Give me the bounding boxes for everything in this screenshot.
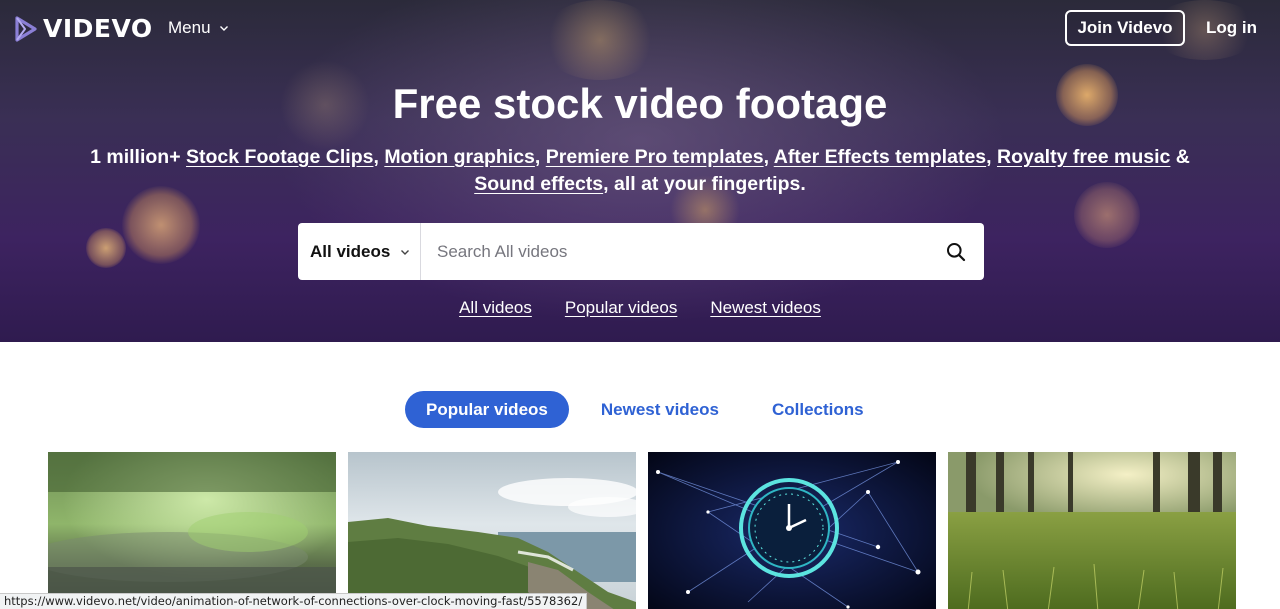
menu-label: Menu [168,18,211,37]
forest-grass-thumbnail [948,452,1236,609]
brand-name: VIDEVO [43,14,153,43]
chevron-down-icon [219,26,228,31]
hero-banner: VIDEVO Menu Join Videvo Log in Free stoc… [0,0,1280,342]
bokeh-light [86,228,126,268]
tab-collections[interactable]: Collections [772,391,864,428]
all-videos-link[interactable]: All videos [459,298,532,318]
separator: , [534,146,546,168]
search-input[interactable] [421,223,928,280]
video-thumbnail[interactable] [648,452,936,609]
premiere-templates-link[interactable]: Premiere Pro templates [546,146,764,168]
newest-videos-link[interactable]: Newest videos [710,298,821,318]
search-category-select[interactable]: All videos [298,223,421,280]
play-logo-icon [15,15,37,42]
video-thumbnail[interactable] [48,452,336,609]
subtitle-suffix: , all at your fingertips. [603,173,806,195]
search-button[interactable] [928,223,984,280]
logo-link[interactable]: VIDEVO [15,14,153,43]
hero-subtitle: 1 million+ Stock Footage Clips, Motion g… [70,144,1210,198]
motion-graphics-link[interactable]: Motion graphics [384,146,535,168]
after-effects-templates-link[interactable]: After Effects templates [774,146,986,168]
sound-effects-link[interactable]: Sound effects [474,173,603,195]
royalty-free-music-link[interactable]: Royalty free music [997,146,1170,168]
browser-status-url: https://www.videvo.net/video/animation-o… [0,593,588,609]
quick-links: All videos Popular videos Newest videos [0,298,1280,318]
tab-popular-videos[interactable]: Popular videos [405,391,569,428]
separator: , [986,146,997,168]
video-grid [48,452,1236,609]
menu-button[interactable]: Menu [168,18,229,38]
popular-videos-link[interactable]: Popular videos [565,298,677,318]
subtitle-prefix: 1 million+ [90,146,187,168]
coastline-thumbnail [348,452,636,609]
video-tabs: Popular videos Newest videos Collections [405,391,864,428]
search-category-label: All videos [310,241,391,261]
login-link[interactable]: Log in [1206,18,1257,38]
join-button[interactable]: Join Videvo [1065,10,1185,46]
separator: & [1170,146,1190,168]
search-bar: All videos [298,223,984,280]
rain-forest-thumbnail [48,452,336,609]
bokeh-light [540,0,660,80]
video-thumbnail[interactable] [948,452,1236,609]
tab-newest-videos[interactable]: Newest videos [601,391,719,428]
video-thumbnail[interactable] [348,452,636,609]
chevron-down-icon [401,249,410,255]
separator: , [763,146,774,168]
clock-network-thumbnail [648,452,936,609]
separator: , [373,146,385,168]
search-icon [947,242,966,261]
stock-footage-link[interactable]: Stock Footage Clips [186,146,373,168]
page-title: Free stock video footage [392,80,888,127]
